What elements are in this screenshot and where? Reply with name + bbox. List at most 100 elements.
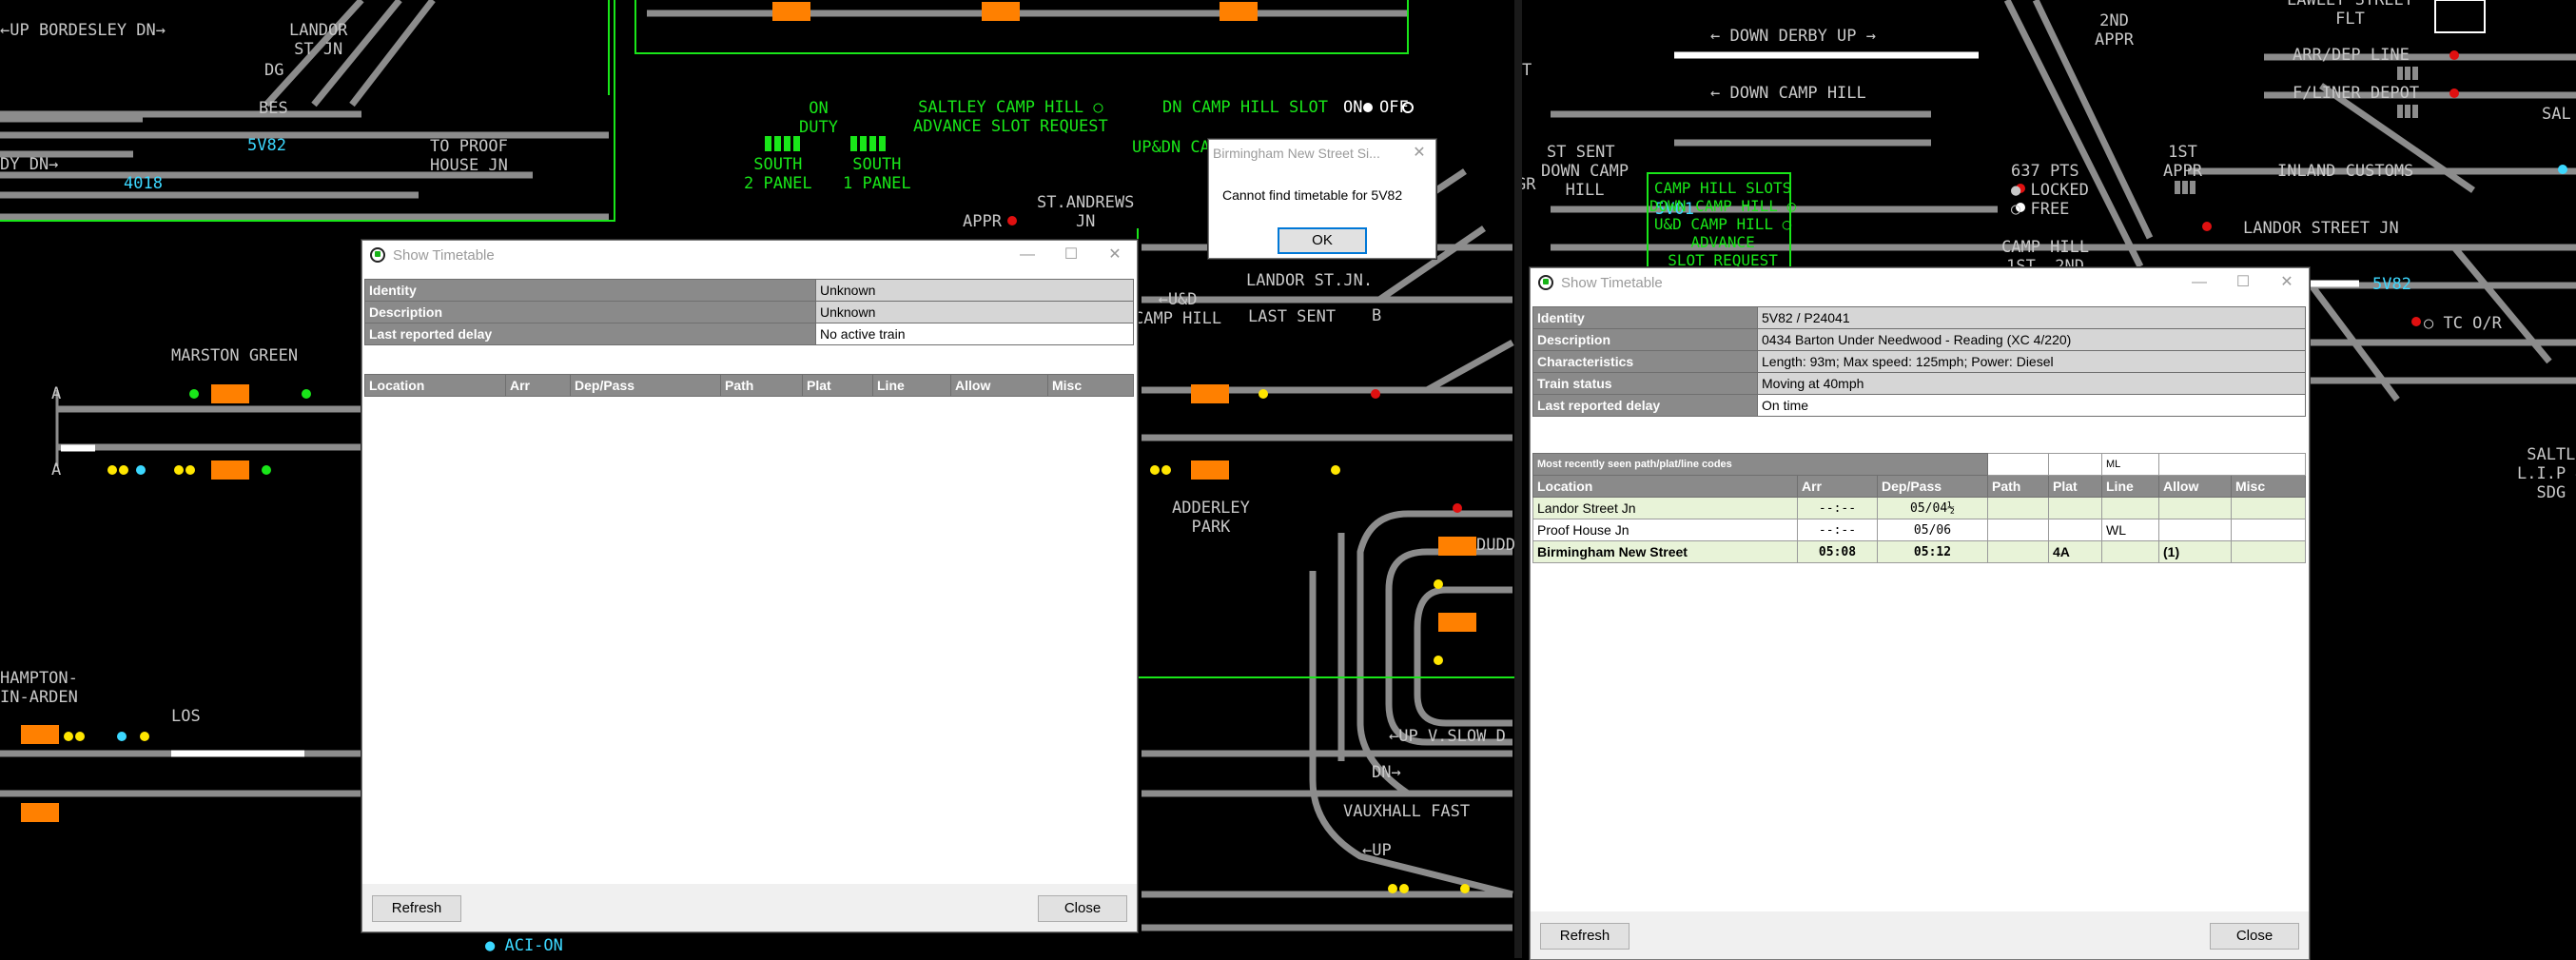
close-icon[interactable]: ✕	[1093, 241, 1137, 269]
minimize-icon[interactable]: —	[1005, 241, 1049, 269]
description-label: Description	[364, 301, 816, 323]
app-icon	[370, 247, 385, 263]
description-label: Description	[1532, 328, 1758, 351]
maximize-icon[interactable]: ☐	[2221, 268, 2265, 297]
train-status-value: Moving at 40mph	[1757, 372, 2306, 395]
col-arr[interactable]: Arr	[505, 374, 571, 397]
down-camp-hill2-label: DOWN CAMP HILL	[1541, 162, 1630, 200]
locked-label: ● LOCKED	[2011, 181, 2089, 200]
row-allow: (1)	[2158, 540, 2232, 563]
col-location[interactable]: Location	[364, 374, 506, 397]
st-sent-label: ST SENT	[1547, 143, 1615, 162]
row-plat: 4A	[2048, 540, 2102, 563]
col-dep-pass[interactable]: Dep/Pass	[1877, 475, 1988, 498]
aci-on-label: ● ACI-ON	[485, 936, 563, 955]
track-segment	[1414, 586, 1512, 727]
dn-camp-hill-slot-label: DN CAMP HILL SLOT	[1162, 98, 1328, 117]
up-bordesley-label: ←UP BORDESLEY DN→	[0, 21, 166, 40]
table-row[interactable]: Proof House Jn --:-- 05/06 WL	[1532, 519, 2306, 541]
row-arr: --:--	[1797, 519, 1878, 541]
adderley-park-label: ADDERLEY PARK	[1172, 499, 1250, 537]
down-camp-hill-label: ← DOWN CAMP HILL	[1710, 84, 1866, 103]
recent-allow-cell	[2158, 453, 2306, 476]
close-button[interactable]: Close	[1038, 895, 1127, 922]
b-label: B	[1372, 306, 1382, 325]
row-arr: --:--	[1797, 497, 1878, 519]
row-location: Landor Street Jn	[1532, 497, 1798, 519]
row-location: Proof House Jn	[1532, 519, 1798, 541]
table-row[interactable]: Landor Street Jn --:-- 05/04½	[1532, 497, 2306, 519]
row-line: WL	[2101, 519, 2159, 541]
inland-customs-label: INLAND CUSTOMS	[2277, 162, 2414, 181]
bes-label: BES	[259, 99, 288, 118]
row-dep: 05:12	[1877, 540, 1988, 563]
vauxhall-fast-label: VAUXHALL FAST	[1343, 802, 1471, 821]
table-row[interactable]: Birmingham New Street 05:08 05:12 4A (1)	[1532, 540, 2306, 563]
ud-camp-hill-label: ←U&D CAMP HILL	[1134, 290, 1222, 328]
train-info-table: Identity Unknown Description Unknown Last …	[364, 279, 1134, 345]
col-path[interactable]: Path	[1987, 475, 2049, 498]
identity-value: 5V82 / P24041	[1757, 306, 2306, 329]
timetable-window-right: Show Timetable — ☐ ✕ Identity 5V82 / P240…	[1530, 267, 2310, 960]
up-v-slow-label: ←UP V.SLOW D	[1389, 727, 1506, 746]
col-misc[interactable]: Misc	[2231, 475, 2306, 498]
delay-label: Last reported delay	[364, 323, 816, 345]
minimize-icon[interactable]: —	[2177, 268, 2221, 297]
col-location[interactable]: Location	[1532, 475, 1798, 498]
dudd-label: DUDD	[1476, 536, 1515, 555]
col-arr[interactable]: Arr	[1797, 475, 1878, 498]
recent-plat-cell	[2048, 453, 2102, 476]
south-2-panel-label: SOUTH 2 PANEL	[744, 155, 812, 193]
alert-title: Birmingham New Street Si...	[1213, 146, 1380, 161]
dn-label: DN→	[1372, 763, 1401, 782]
window-footer: Refresh Close	[362, 884, 1137, 931]
refresh-button[interactable]: Refresh	[372, 895, 461, 922]
col-line[interactable]: Line	[872, 374, 951, 397]
off-label: OFF	[1379, 98, 1409, 117]
landor-st-jn2-label: LANDOR ST.JN.	[1246, 271, 1374, 290]
camp-hill-slots-label: CAMP HILL SLOTS DOWN CAMP HILL ○ U&D CAM…	[1649, 179, 1797, 269]
maximize-icon[interactable]: ☐	[1049, 241, 1093, 269]
marston-green-label: MARSTON GREEN	[171, 346, 299, 365]
col-plat[interactable]: Plat	[802, 374, 873, 397]
window-title: Show Timetable	[393, 247, 495, 264]
track-segment	[1425, 339, 1514, 394]
track-segment	[349, 0, 436, 108]
characteristics-label: Characteristics	[1532, 350, 1758, 373]
col-dep-pass[interactable]: Dep/Pass	[570, 374, 721, 397]
on-label: ON	[1343, 98, 1363, 117]
row-location: Birmingham New Street	[1532, 540, 1798, 563]
close-icon[interactable]: ✕	[2265, 268, 2309, 297]
row-misc	[2231, 540, 2306, 563]
col-allow[interactable]: Allow	[950, 374, 1048, 397]
to-proof-house-label: TO PROOF HOUSE JN	[430, 137, 508, 175]
characteristics-value: Length: 93m; Max speed: 125mph; Power: D…	[1757, 350, 2306, 373]
window-footer: Refresh Close	[1531, 911, 2309, 959]
a-label-2: A	[51, 460, 62, 480]
ud-camp-label: UP&DN CA	[1132, 138, 1210, 157]
row-allow	[2158, 519, 2232, 541]
appr-label: APPR	[963, 212, 1002, 231]
row-line	[2101, 540, 2159, 563]
refresh-button[interactable]: Refresh	[1540, 923, 1630, 950]
col-allow[interactable]: Allow	[2158, 475, 2232, 498]
recent-codes-label: Most recently seen path/plat/line codes	[1532, 453, 1988, 476]
appr-1st-label: 1ST APPR	[2163, 143, 2202, 181]
identity-label: Identity	[364, 279, 816, 302]
landor-st-jn-label: LANDOR ST JN	[289, 21, 348, 59]
sal-label: SAL	[2542, 105, 2571, 124]
col-path[interactable]: Path	[720, 374, 803, 397]
row-arr: 05:08	[1797, 540, 1878, 563]
los-label: LOS	[171, 707, 201, 726]
close-icon[interactable]: ✕	[1403, 140, 1435, 168]
col-plat[interactable]: Plat	[2048, 475, 2102, 498]
col-line[interactable]: Line	[2101, 475, 2159, 498]
south-1-panel-label: SOUTH 1 PANEL	[843, 155, 911, 193]
headcode-5v82: 5V82	[247, 136, 286, 155]
t-label: T	[1522, 61, 1532, 80]
ok-button[interactable]: OK	[1278, 227, 1367, 254]
col-misc[interactable]: Misc	[1047, 374, 1134, 397]
landor-street-jn-label: LANDOR STREET JN	[2243, 219, 2399, 238]
close-button[interactable]: Close	[2210, 923, 2299, 950]
train-status-label: Train status	[1532, 372, 1758, 395]
